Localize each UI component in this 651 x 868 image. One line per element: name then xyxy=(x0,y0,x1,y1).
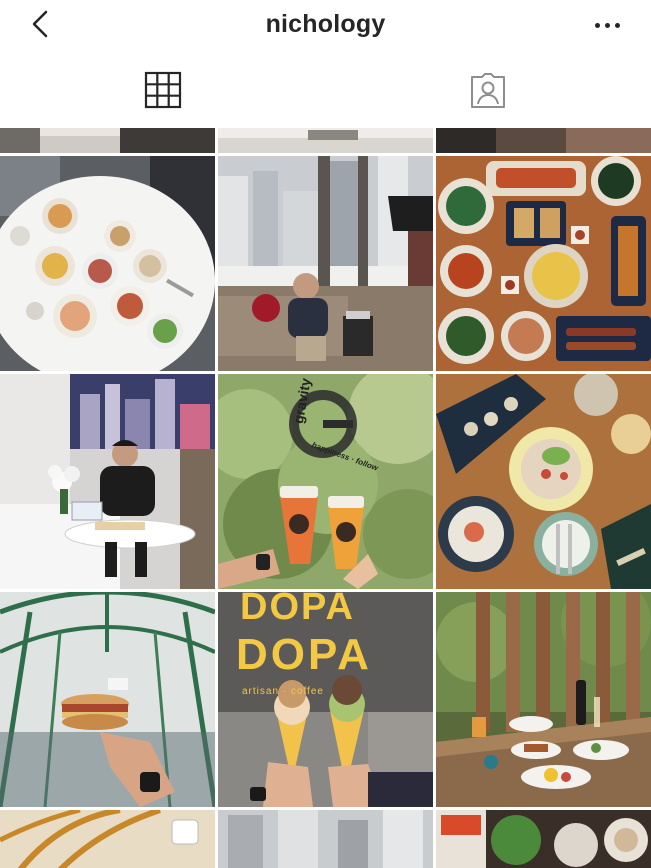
dopa-sign-main: DOPA xyxy=(236,630,372,679)
post-tile-terrace-dinner[interactable] xyxy=(436,592,651,807)
post-tile[interactable] xyxy=(436,810,651,868)
ellipsis-icon xyxy=(594,22,600,28)
post-row: gravity happiness · follow xyxy=(0,374,651,589)
tab-grid[interactable] xyxy=(0,52,326,128)
post-row: DOPA DOPA artisan · coffee xyxy=(0,592,651,807)
post-image xyxy=(0,128,215,153)
ellipsis-dot xyxy=(614,22,620,28)
grid-icon xyxy=(144,71,181,109)
post-tile[interactable] xyxy=(0,810,215,868)
post-tile[interactable] xyxy=(218,128,433,153)
post-image xyxy=(436,592,651,807)
post-image xyxy=(0,156,215,371)
post-tile[interactable] xyxy=(218,810,433,868)
post-image xyxy=(0,592,215,807)
post-tile-dopa-cones[interactable]: DOPA DOPA artisan · coffee xyxy=(218,592,433,807)
post-image xyxy=(218,374,433,589)
post-tile-hotel-window[interactable] xyxy=(218,156,433,371)
profile-username: nichology xyxy=(265,10,386,38)
dopa-sign-sub: artisan · coffee xyxy=(242,686,324,697)
post-row-partial-bottom xyxy=(0,810,651,868)
post-tile-hotel-breakfast[interactable] xyxy=(0,156,215,371)
tagged-person-icon xyxy=(471,73,506,108)
post-image xyxy=(436,128,651,153)
post-image xyxy=(218,810,433,868)
post-image xyxy=(436,810,651,868)
post-image xyxy=(436,374,651,589)
post-image xyxy=(0,374,215,589)
post-tile-burger-station[interactable] xyxy=(0,592,215,807)
tab-tagged[interactable] xyxy=(326,52,651,128)
post-image xyxy=(0,810,215,868)
post-tile-gravity-drinks[interactable]: gravity happiness · follow xyxy=(218,374,433,589)
post-row-partial-top xyxy=(0,128,651,153)
post-grid: gravity happiness · follow DOPA DOPA art… xyxy=(0,128,651,868)
post-image xyxy=(436,156,651,371)
ellipsis-dot xyxy=(604,22,610,28)
post-tile[interactable] xyxy=(0,128,215,153)
post-tile[interactable] xyxy=(436,128,651,153)
post-image xyxy=(218,156,433,371)
dopa-sign-top: DOPA xyxy=(240,592,355,628)
post-row xyxy=(0,156,651,371)
profile-header: nichology xyxy=(0,0,651,52)
post-image xyxy=(218,128,433,153)
profile-tabs xyxy=(0,52,651,128)
more-options-button[interactable] xyxy=(589,10,625,40)
post-tile-room-breakfast[interactable] xyxy=(0,374,215,589)
post-tile-fine-dining[interactable] xyxy=(436,374,651,589)
post-tile-food-spread[interactable] xyxy=(436,156,651,371)
